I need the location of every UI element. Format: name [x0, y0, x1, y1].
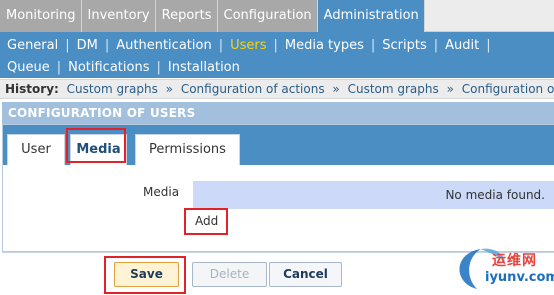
history-bar: History: Custom graphs » Configuration o…: [0, 79, 554, 99]
top-menu-inventory[interactable]: Inventory: [81, 0, 156, 32]
cancel-button[interactable]: Cancel: [269, 262, 342, 287]
top-menu-administration[interactable]: Administration: [317, 0, 425, 32]
sub-menu-separator: |: [486, 37, 491, 53]
sub-menu-row-2: Queue | Notifications | Installation: [7, 56, 554, 78]
history-link[interactable]: Configuration of u: [462, 82, 554, 96]
sub-menu-separator: |: [370, 37, 376, 53]
tab-permissions[interactable]: Permissions: [135, 134, 240, 165]
delete-button: Delete: [192, 262, 267, 287]
highlight-save-button: [104, 256, 186, 294]
sub-menu-audit[interactable]: Audit: [445, 38, 479, 53]
history-separator: »: [332, 82, 340, 96]
history-link[interactable]: Configuration of actions: [181, 82, 325, 96]
watermark-text-url: iyunv.com: [485, 270, 554, 285]
sub-menu-separator: |: [156, 59, 161, 75]
top-menu-filler: [424, 0, 554, 32]
history-separator: »: [165, 82, 173, 96]
media-list: No media found.: [193, 181, 554, 209]
highlight-add-link: [184, 208, 228, 235]
history-separator: »: [446, 82, 454, 96]
sub-menu: General | DM | Authentication | Users | …: [0, 32, 554, 78]
history-link[interactable]: Custom graphs: [348, 82, 439, 96]
top-menu-configuration[interactable]: Configuration: [217, 0, 318, 32]
sub-menu-scripts[interactable]: Scripts: [382, 38, 426, 53]
sub-menu-row-1: General | DM | Authentication | Users | …: [7, 34, 554, 56]
history-label: History:: [5, 82, 59, 96]
media-field-label: Media: [143, 185, 180, 199]
sub-menu-separator: |: [56, 59, 62, 75]
sub-menu-general[interactable]: General: [7, 38, 58, 53]
sub-menu-separator: |: [433, 37, 439, 53]
sub-menu-notifications[interactable]: Notifications: [68, 60, 149, 75]
top-menu: Monitoring Inventory Reports Configurati…: [0, 0, 554, 32]
page-title: CONFIGURATION OF USERS: [2, 102, 554, 124]
history-link[interactable]: Custom graphs: [67, 82, 158, 96]
sub-menu-separator: |: [65, 37, 70, 53]
sub-menu-separator: |: [104, 37, 110, 53]
sub-menu-users[interactable]: Users: [230, 38, 266, 53]
sub-menu-separator: |: [218, 37, 224, 53]
top-menu-monitoring[interactable]: Monitoring: [0, 0, 82, 32]
sub-menu-separator: |: [273, 37, 278, 53]
watermark-logo: 运维网 iyunv.com: [447, 243, 554, 295]
sub-menu-installation[interactable]: Installation: [168, 60, 240, 75]
sub-menu-authentication[interactable]: Authentication: [116, 38, 211, 53]
tab-user[interactable]: User: [7, 134, 65, 165]
highlight-media-tab: [66, 128, 126, 163]
sub-menu-media-types[interactable]: Media types: [285, 38, 364, 53]
sub-menu-dm[interactable]: DM: [77, 38, 98, 53]
sub-menu-queue[interactable]: Queue: [7, 60, 50, 75]
watermark-text-cn: 运维网: [492, 253, 537, 269]
top-menu-reports[interactable]: Reports: [155, 0, 218, 32]
